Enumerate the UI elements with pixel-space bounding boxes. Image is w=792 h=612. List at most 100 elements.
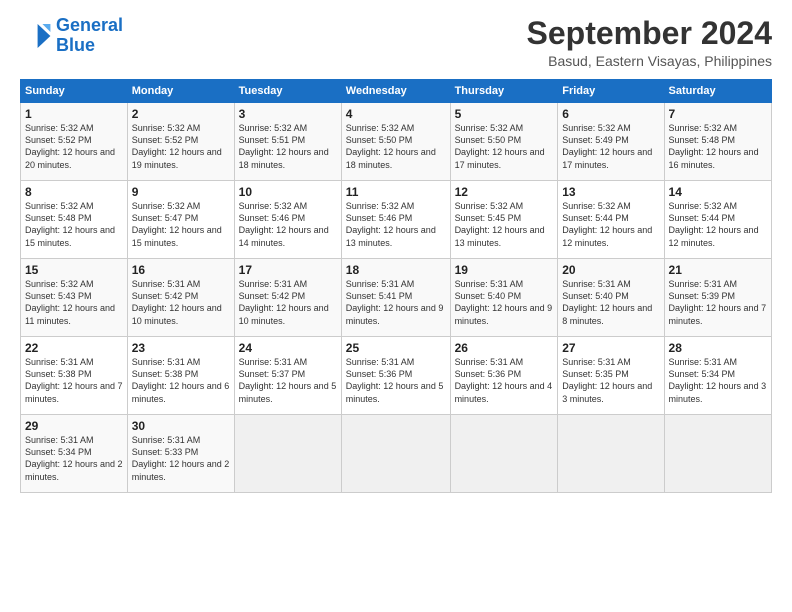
calendar-table: Sunday Monday Tuesday Wednesday Thursday… <box>20 79 772 493</box>
logo: General Blue <box>20 16 123 56</box>
calendar-cell: 11Sunrise: 5:32 AM Sunset: 5:46 PM Dayli… <box>341 181 450 259</box>
calendar-cell: 14Sunrise: 5:32 AM Sunset: 5:44 PM Dayli… <box>664 181 771 259</box>
month-title: September 2024 <box>527 16 772 51</box>
calendar-week-3: 15Sunrise: 5:32 AM Sunset: 5:43 PM Dayli… <box>21 259 772 337</box>
calendar-week-1: 1 Sunrise: 5:32 AM Sunset: 5:52 PM Daylig… <box>21 103 772 181</box>
logo-general: General <box>56 15 123 35</box>
calendar-cell: 30Sunrise: 5:31 AM Sunset: 5:33 PM Dayli… <box>127 415 234 493</box>
day-number: 2 <box>132 107 230 121</box>
header-row: Sunday Monday Tuesday Wednesday Thursday… <box>21 80 772 103</box>
day-number: 16 <box>132 263 230 277</box>
day-info: Sunrise: 5:31 AM Sunset: 5:42 PM Dayligh… <box>239 278 337 327</box>
calendar-cell: 13Sunrise: 5:32 AM Sunset: 5:44 PM Dayli… <box>558 181 664 259</box>
calendar-week-2: 8Sunrise: 5:32 AM Sunset: 5:48 PM Daylig… <box>21 181 772 259</box>
calendar-cell: 6Sunrise: 5:32 AM Sunset: 5:49 PM Daylig… <box>558 103 664 181</box>
day-info: Sunrise: 5:32 AM Sunset: 5:47 PM Dayligh… <box>132 200 230 249</box>
day-info: Sunrise: 5:32 AM Sunset: 5:52 PM Dayligh… <box>132 122 230 171</box>
day-number: 10 <box>239 185 337 199</box>
logo-text: General Blue <box>56 16 123 56</box>
calendar-cell: 17Sunrise: 5:31 AM Sunset: 5:42 PM Dayli… <box>234 259 341 337</box>
calendar-cell <box>341 415 450 493</box>
day-number: 21 <box>669 263 767 277</box>
day-info: Sunrise: 5:31 AM Sunset: 5:35 PM Dayligh… <box>562 356 659 405</box>
col-monday: Monday <box>127 80 234 103</box>
logo-blue: Blue <box>56 36 123 56</box>
calendar-cell: 28Sunrise: 5:31 AM Sunset: 5:34 PM Dayli… <box>664 337 771 415</box>
day-number: 25 <box>346 341 446 355</box>
day-info: Sunrise: 5:31 AM Sunset: 5:37 PM Dayligh… <box>239 356 337 405</box>
calendar-cell: 24Sunrise: 5:31 AM Sunset: 5:37 PM Dayli… <box>234 337 341 415</box>
day-number: 9 <box>132 185 230 199</box>
calendar-cell: 9Sunrise: 5:32 AM Sunset: 5:47 PM Daylig… <box>127 181 234 259</box>
day-number: 7 <box>669 107 767 121</box>
day-number: 28 <box>669 341 767 355</box>
calendar-cell: 20Sunrise: 5:31 AM Sunset: 5:40 PM Dayli… <box>558 259 664 337</box>
day-info: Sunrise: 5:31 AM Sunset: 5:34 PM Dayligh… <box>669 356 767 405</box>
calendar-cell: 16Sunrise: 5:31 AM Sunset: 5:42 PM Dayli… <box>127 259 234 337</box>
day-number: 3 <box>239 107 337 121</box>
calendar-cell: 4Sunrise: 5:32 AM Sunset: 5:50 PM Daylig… <box>341 103 450 181</box>
calendar-cell <box>558 415 664 493</box>
day-info: Sunrise: 5:31 AM Sunset: 5:36 PM Dayligh… <box>455 356 554 405</box>
day-info: Sunrise: 5:32 AM Sunset: 5:46 PM Dayligh… <box>239 200 337 249</box>
day-number: 4 <box>346 107 446 121</box>
calendar-cell: 15Sunrise: 5:32 AM Sunset: 5:43 PM Dayli… <box>21 259 128 337</box>
day-info: Sunrise: 5:32 AM Sunset: 5:50 PM Dayligh… <box>346 122 446 171</box>
day-info: Sunrise: 5:31 AM Sunset: 5:36 PM Dayligh… <box>346 356 446 405</box>
day-number: 13 <box>562 185 659 199</box>
day-number: 14 <box>669 185 767 199</box>
day-info: Sunrise: 5:31 AM Sunset: 5:42 PM Dayligh… <box>132 278 230 327</box>
col-tuesday: Tuesday <box>234 80 341 103</box>
title-block: September 2024 Basud, Eastern Visayas, P… <box>527 16 772 69</box>
calendar-cell: 23Sunrise: 5:31 AM Sunset: 5:38 PM Dayli… <box>127 337 234 415</box>
day-number: 30 <box>132 419 230 433</box>
day-number: 5 <box>455 107 554 121</box>
calendar-cell: 7Sunrise: 5:32 AM Sunset: 5:48 PM Daylig… <box>664 103 771 181</box>
day-info: Sunrise: 5:31 AM Sunset: 5:34 PM Dayligh… <box>25 434 123 483</box>
calendar-cell: 18Sunrise: 5:31 AM Sunset: 5:41 PM Dayli… <box>341 259 450 337</box>
day-info: Sunrise: 5:31 AM Sunset: 5:41 PM Dayligh… <box>346 278 446 327</box>
day-number: 15 <box>25 263 123 277</box>
calendar-cell: 8Sunrise: 5:32 AM Sunset: 5:48 PM Daylig… <box>21 181 128 259</box>
day-info: Sunrise: 5:32 AM Sunset: 5:48 PM Dayligh… <box>669 122 767 171</box>
day-info: Sunrise: 5:32 AM Sunset: 5:49 PM Dayligh… <box>562 122 659 171</box>
day-number: 6 <box>562 107 659 121</box>
calendar-cell: 27Sunrise: 5:31 AM Sunset: 5:35 PM Dayli… <box>558 337 664 415</box>
day-number: 24 <box>239 341 337 355</box>
calendar-cell: 3Sunrise: 5:32 AM Sunset: 5:51 PM Daylig… <box>234 103 341 181</box>
day-info: Sunrise: 5:32 AM Sunset: 5:43 PM Dayligh… <box>25 278 123 327</box>
day-info: Sunrise: 5:32 AM Sunset: 5:45 PM Dayligh… <box>455 200 554 249</box>
day-number: 27 <box>562 341 659 355</box>
day-info: Sunrise: 5:32 AM Sunset: 5:48 PM Dayligh… <box>25 200 123 249</box>
day-number: 22 <box>25 341 123 355</box>
page: General Blue September 2024 Basud, Easte… <box>0 0 792 612</box>
calendar-cell: 10Sunrise: 5:32 AM Sunset: 5:46 PM Dayli… <box>234 181 341 259</box>
col-wednesday: Wednesday <box>341 80 450 103</box>
calendar-cell: 25Sunrise: 5:31 AM Sunset: 5:36 PM Dayli… <box>341 337 450 415</box>
calendar-cell <box>234 415 341 493</box>
calendar-cell: 21Sunrise: 5:31 AM Sunset: 5:39 PM Dayli… <box>664 259 771 337</box>
calendar-cell: 2Sunrise: 5:32 AM Sunset: 5:52 PM Daylig… <box>127 103 234 181</box>
col-friday: Friday <box>558 80 664 103</box>
day-number: 12 <box>455 185 554 199</box>
day-number: 1 <box>25 107 123 121</box>
calendar-cell: 5Sunrise: 5:32 AM Sunset: 5:50 PM Daylig… <box>450 103 558 181</box>
col-saturday: Saturday <box>664 80 771 103</box>
col-sunday: Sunday <box>21 80 128 103</box>
calendar-cell <box>664 415 771 493</box>
day-number: 29 <box>25 419 123 433</box>
day-info: Sunrise: 5:31 AM Sunset: 5:40 PM Dayligh… <box>562 278 659 327</box>
header: General Blue September 2024 Basud, Easte… <box>20 16 772 69</box>
day-info: Sunrise: 5:31 AM Sunset: 5:40 PM Dayligh… <box>455 278 554 327</box>
day-number: 23 <box>132 341 230 355</box>
day-info: Sunrise: 5:31 AM Sunset: 5:38 PM Dayligh… <box>132 356 230 405</box>
calendar-cell: 19Sunrise: 5:31 AM Sunset: 5:40 PM Dayli… <box>450 259 558 337</box>
day-info: Sunrise: 5:31 AM Sunset: 5:33 PM Dayligh… <box>132 434 230 483</box>
day-number: 11 <box>346 185 446 199</box>
logo-icon <box>20 20 52 52</box>
calendar-cell: 1Sunrise: 5:32 AM Sunset: 5:52 PM Daylig… <box>21 103 128 181</box>
day-number: 17 <box>239 263 337 277</box>
col-thursday: Thursday <box>450 80 558 103</box>
day-info: Sunrise: 5:32 AM Sunset: 5:44 PM Dayligh… <box>562 200 659 249</box>
calendar-cell <box>450 415 558 493</box>
